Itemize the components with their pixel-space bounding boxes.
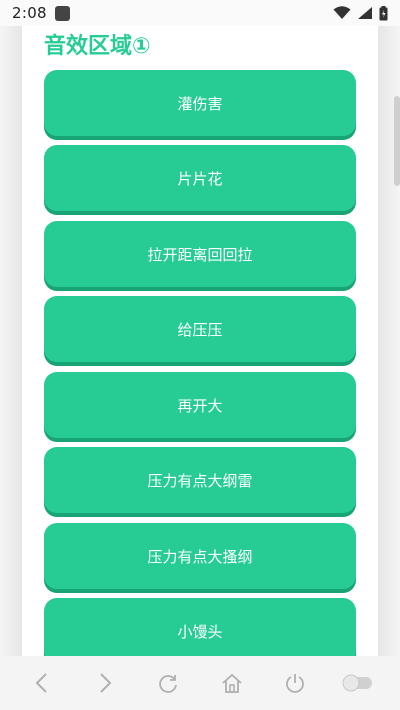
- power-button[interactable]: [275, 663, 315, 703]
- sound-button[interactable]: 拉开距离回回拉: [44, 221, 356, 287]
- forward-button[interactable]: [85, 663, 125, 703]
- wifi-icon: [333, 6, 351, 19]
- sound-button[interactable]: 给压压: [44, 296, 356, 362]
- toggle-button[interactable]: [338, 663, 378, 703]
- sound-button[interactable]: 再开大: [44, 372, 356, 438]
- back-button[interactable]: [22, 663, 62, 703]
- power-icon: [286, 674, 304, 693]
- content-panel: 音效区域① 灌伤害 片片花 拉开距离回回拉 给压压 再开大 压力有点大纲雷 压力…: [22, 26, 378, 656]
- bottom-nav-bar: [0, 656, 400, 710]
- status-time: 2:08: [12, 4, 47, 22]
- section-title: 音效区域①: [44, 34, 151, 59]
- sound-button[interactable]: 压力有点大纲雷: [44, 447, 356, 513]
- sound-button[interactable]: 灌伤害: [44, 70, 356, 136]
- forward-icon: [100, 673, 112, 693]
- status-icons: [333, 5, 388, 21]
- app-notification-icon: [54, 5, 70, 21]
- right-gutter: [378, 26, 400, 656]
- sound-button[interactable]: 压力有点大搔纲: [44, 523, 356, 589]
- toggle-icon: [342, 674, 373, 692]
- home-icon: [222, 673, 242, 693]
- home-button[interactable]: [212, 663, 252, 703]
- sound-button[interactable]: 小馒头: [44, 598, 356, 656]
- scrollbar-thumb[interactable]: [394, 96, 400, 186]
- sound-button[interactable]: 片片花: [44, 145, 356, 211]
- left-gutter: [0, 26, 22, 656]
- back-icon: [35, 673, 47, 693]
- signal-icon: [358, 7, 372, 19]
- status-bar: 2:08: [0, 0, 400, 26]
- battery-icon: [379, 5, 388, 20]
- refresh-icon: [159, 675, 178, 693]
- refresh-button[interactable]: [148, 663, 188, 703]
